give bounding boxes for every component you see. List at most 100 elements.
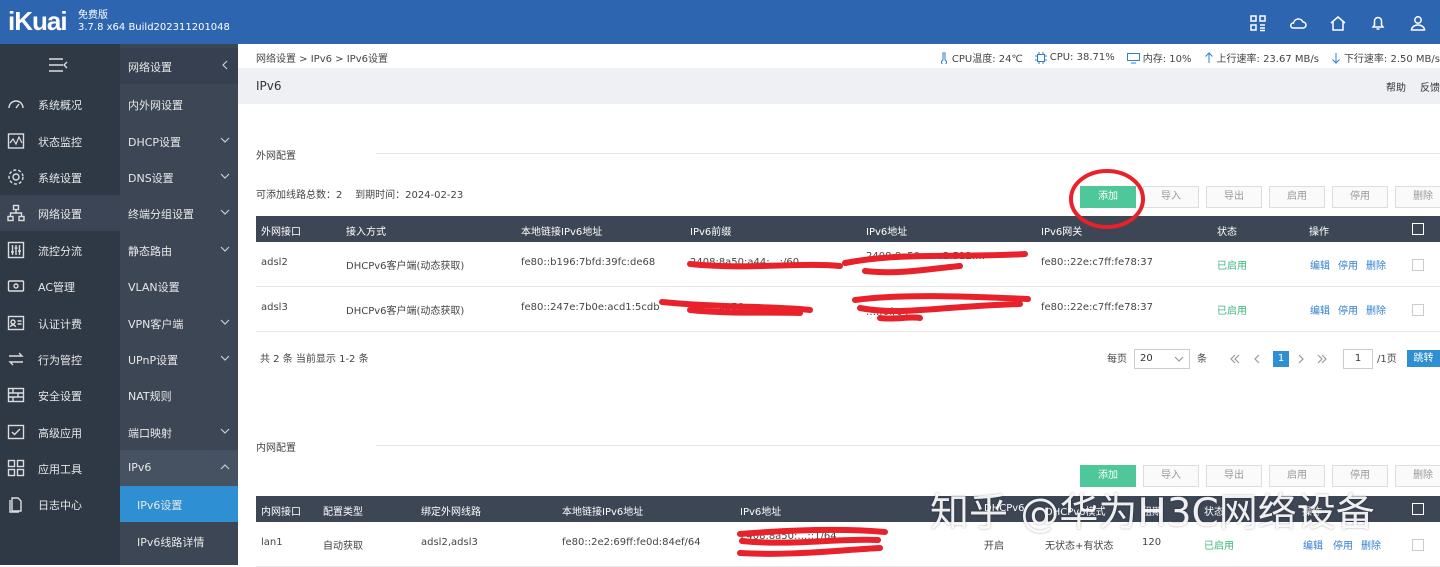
- edit-link[interactable]: 编辑: [1310, 257, 1330, 272]
- subnav-item-nat[interactable]: NAT规则: [120, 377, 238, 413]
- delete-link[interactable]: 删除: [1366, 257, 1386, 272]
- wan-add-button[interactable]: 添加: [1080, 186, 1136, 208]
- nav-label: AC管理: [38, 281, 76, 294]
- cell-gateway: fe80::22e:c7ff:fe78:37: [1041, 257, 1153, 268]
- nav-item-behavior[interactable]: 行为管控: [0, 341, 120, 377]
- cloud-icon[interactable]: [1288, 13, 1308, 33]
- home-icon[interactable]: [1328, 13, 1348, 33]
- thermometer-icon: [940, 52, 947, 64]
- lan-section-divider: [376, 445, 1440, 446]
- cell-type: 自动获取: [323, 541, 363, 552]
- per-page-label: 每页: [1107, 354, 1127, 365]
- ikuai-logo[interactable]: iKuai: [8, 6, 68, 37]
- row-checkbox[interactable]: [1412, 259, 1424, 271]
- subnav-item-wan-lan[interactable]: 内外网设置: [120, 86, 238, 122]
- subnav-item-static-route[interactable]: 静态路由: [120, 232, 238, 268]
- per-page-select[interactable]: 20: [1134, 349, 1190, 369]
- disable-link[interactable]: 停用: [1338, 302, 1358, 317]
- help-link[interactable]: 帮助: [1386, 79, 1406, 94]
- chevron-down-icon: [220, 173, 230, 179]
- page-jump-input[interactable]: 1: [1343, 349, 1373, 369]
- subnav-item-ipv6[interactable]: IPv6: [120, 450, 238, 486]
- prev-page-icon[interactable]: [1252, 353, 1262, 365]
- disable-link[interactable]: 停用: [1338, 257, 1358, 272]
- apps-icon[interactable]: [1248, 13, 1268, 33]
- subnav-item-ipv6-line-details[interactable]: IPv6线路详情: [120, 523, 238, 559]
- feedback-link[interactable]: 反馈: [1420, 79, 1440, 94]
- nav-label: 安全设置: [38, 390, 82, 403]
- last-page-icon[interactable]: [1316, 353, 1328, 365]
- jump-button[interactable]: 跳转: [1407, 350, 1440, 367]
- version-label: 3.7.8 x64 Build202311201048: [78, 22, 230, 33]
- subnav-item-upnp[interactable]: UPnP设置: [120, 341, 238, 377]
- wan-delete-button[interactable]: 删除: [1395, 186, 1440, 208]
- memory-value: 内存: 10%: [1142, 54, 1192, 65]
- lan-delete-button[interactable]: 删除: [1395, 465, 1440, 487]
- cell-lease: 120: [1142, 537, 1162, 548]
- next-page-icon[interactable]: [1296, 353, 1306, 365]
- nav-label: 高级应用: [38, 427, 82, 440]
- subnav-item-dns[interactable]: DNS设置: [120, 159, 238, 195]
- edit-link[interactable]: 编辑: [1303, 537, 1323, 552]
- firewall-icon: [7, 387, 25, 403]
- disable-link[interactable]: 停用: [1333, 537, 1353, 552]
- cpu-icon: [1034, 51, 1047, 64]
- nav-item-advanced[interactable]: 高级应用: [0, 414, 120, 450]
- tools-icon: [7, 459, 25, 477]
- cell-addr: 2408:8a50:…::1/64: [740, 531, 837, 542]
- wan-enable-button[interactable]: 启用: [1269, 186, 1325, 208]
- subnav-label: NAT规则: [128, 390, 172, 403]
- cell-prefix: 2408:8a50:a44:…:/60: [690, 257, 800, 268]
- cell-addr: 2408:8a50:…:a2:512:…: [866, 251, 986, 262]
- memory-stat: 内存: 10%: [1126, 50, 1192, 65]
- wan-import-button[interactable]: 导入: [1143, 186, 1199, 208]
- subnav-item-vlan[interactable]: VLAN设置: [120, 268, 238, 304]
- subnav-item-vpn-client[interactable]: VPN客户端: [120, 305, 238, 341]
- nav-item-ac[interactable]: AC管理: [0, 268, 120, 304]
- select-all-checkbox[interactable]: [1412, 503, 1424, 515]
- table-row[interactable]: adsl3 DHCPv6客户端(动态获取) fe80::247e:7b0e:ac…: [256, 287, 1440, 332]
- nav-item-monitor[interactable]: 状态监控: [0, 123, 120, 159]
- subnav-label: VPN客户端: [128, 318, 184, 331]
- wan-section-title: 外网配置: [256, 151, 296, 162]
- first-page-icon[interactable]: [1229, 353, 1241, 365]
- nav-item-security[interactable]: 安全设置: [0, 377, 120, 413]
- delete-link[interactable]: 删除: [1366, 302, 1386, 317]
- user-icon[interactable]: [1408, 13, 1428, 33]
- subnav-item-terminal-group[interactable]: 终端分组设置: [120, 195, 238, 231]
- row-checkbox[interactable]: [1412, 539, 1424, 551]
- wan-disable-button[interactable]: 停用: [1332, 186, 1388, 208]
- nav-item-logs[interactable]: 日志中心: [0, 486, 120, 522]
- upload-stat: 上行速率: 23.67 MB/s: [1204, 50, 1319, 65]
- nav-item-system-settings[interactable]: 系统设置: [0, 159, 120, 195]
- cell-local: fe80::2e2:69ff:fe0d:84ef/64: [562, 537, 701, 548]
- nav-item-traffic[interactable]: 流控分流: [0, 232, 120, 268]
- col-header: 状态: [1217, 227, 1237, 238]
- menu-collapse-icon[interactable]: [48, 58, 68, 72]
- sliders-icon: [7, 241, 25, 259]
- table-row[interactable]: adsl2 DHCPv6客户端(动态获取) fe80::b196:7bfd:39…: [256, 242, 1440, 287]
- col-header: 接入方式: [346, 227, 386, 238]
- nav-item-auth[interactable]: 认证计费: [0, 305, 120, 341]
- cell-addr: …:f0f/64: [866, 307, 909, 318]
- nav-item-network[interactable]: 网络设置: [0, 195, 120, 231]
- subnav-label: DNS设置: [128, 172, 174, 185]
- nav-item-tools[interactable]: 应用工具: [0, 450, 120, 486]
- delete-link[interactable]: 删除: [1361, 537, 1381, 552]
- wan-export-button[interactable]: 导出: [1206, 186, 1262, 208]
- bell-icon[interactable]: [1368, 13, 1388, 33]
- id-card-icon: [7, 315, 25, 331]
- subnav-label: 静态路由: [128, 245, 172, 258]
- subnav-item-dhcp[interactable]: DHCP设置: [120, 123, 238, 159]
- subnav-item-port-mapping[interactable]: 端口映射: [120, 414, 238, 450]
- per-page-unit: 条: [1197, 354, 1207, 365]
- subnav-header[interactable]: 网络设置: [120, 48, 238, 84]
- per-page-value: 20: [1140, 353, 1153, 364]
- row-checkbox[interactable]: [1412, 304, 1424, 316]
- cpu-temp-stat: CPU温度: 24℃: [939, 50, 1023, 65]
- edit-link[interactable]: 编辑: [1310, 302, 1330, 317]
- current-page[interactable]: 1: [1273, 351, 1289, 367]
- subnav-item-ipv6-settings[interactable]: IPv6设置: [120, 486, 238, 522]
- select-all-checkbox[interactable]: [1412, 223, 1424, 235]
- nav-item-overview[interactable]: 系统概况: [0, 86, 120, 122]
